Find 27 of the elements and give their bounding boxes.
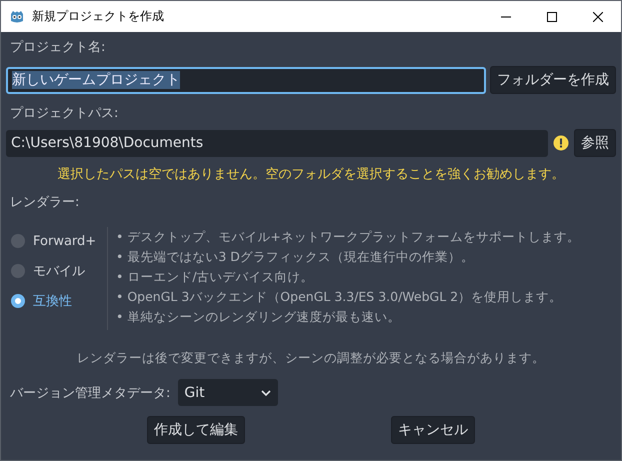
create-folder-button[interactable]: フォルダーを作成: [490, 66, 616, 94]
project-path-label: プロジェクトパス:: [9, 105, 120, 122]
warning-icon: [553, 135, 569, 151]
renderer-description-line: • デスクトップ、モバイル+ネットワークプラットフォームをサポートします。: [116, 229, 580, 246]
browse-button[interactable]: 参照: [574, 129, 616, 157]
maximize-icon: [547, 12, 557, 22]
version-control-label: バージョン管理メタデータ:: [10, 384, 170, 402]
renderer-description-line: • 最先端ではない3 Dグラフィックス（現在進行中の作業）。: [116, 249, 475, 266]
close-icon: [593, 12, 603, 22]
renderer-description-line: • 単純なシーンのレンダリング速度が最も速い。: [116, 309, 402, 326]
warning-message: 選択したパスは空ではありません。空のフォルダを選択することを強くお勧めします。: [58, 166, 564, 183]
renderer-note: レンダラーは後で変更できますが、シーンの調整が必要となる場合があります。: [77, 350, 545, 367]
project-path-field[interactable]: C:\Users\81908\Documents: [6, 130, 548, 156]
project-name-label: プロジェクト名:: [9, 39, 106, 56]
dialog-button[interactable]: 作成して編集: [147, 416, 245, 444]
window-title: 新規プロジェクトを作成: [32, 8, 165, 25]
app-logo-icon: [9, 8, 25, 24]
renderer-description-line: • OpenGL 3バックエンド（OpenGL 3.3/ES 3.0/WebGL 2）を使用します。: [116, 289, 564, 306]
renderer-label: レンダラー:: [9, 194, 80, 211]
renderer-description-line: • ローエンド/古いデバイス向け。: [116, 269, 315, 286]
chevron-down-icon: [260, 388, 272, 396]
renderer-radio[interactable]: 互換性: [11, 291, 99, 311]
project-name-field[interactable]: 新しいゲームプロジェクト: [6, 66, 486, 94]
renderer-radio[interactable]: Forward+: [11, 231, 99, 251]
renderer-radio[interactable]: モバイル: [11, 261, 99, 281]
version-control-dropdown[interactable]: Git: [178, 379, 278, 406]
dialog-button[interactable]: キャンセル: [391, 416, 475, 444]
